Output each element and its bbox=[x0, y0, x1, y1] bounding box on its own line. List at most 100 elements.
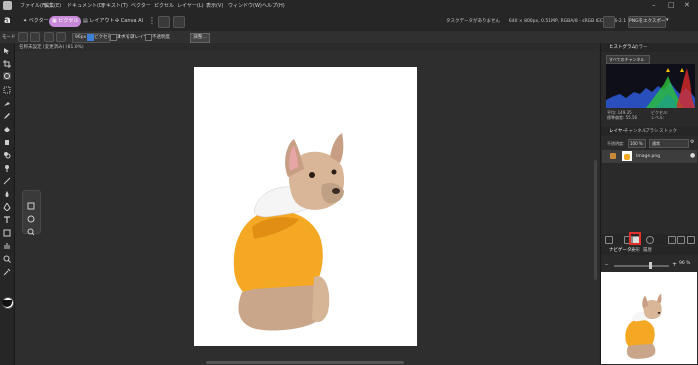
clone-tool-icon[interactable] bbox=[3, 151, 11, 159]
menu-pixel[interactable]: ピクセル bbox=[154, 2, 174, 9]
text-tool-icon[interactable] bbox=[3, 216, 11, 224]
zoom-value: 96 % bbox=[679, 261, 691, 266]
export-png-button[interactable]: PNGをエクスポート bbox=[628, 16, 666, 28]
channel-select[interactable]: すべてのチャンネル bbox=[606, 55, 650, 64]
tab-color[interactable]: カラー bbox=[634, 44, 648, 50]
group-layers-icon[interactable] bbox=[668, 236, 676, 244]
crop-tool-icon[interactable] bbox=[3, 60, 11, 68]
adjust-button[interactable]: 調整... bbox=[190, 33, 210, 43]
more-icon[interactable]: ⋮ bbox=[148, 16, 156, 25]
zoom-out-icon[interactable]: – bbox=[605, 261, 608, 268]
menu-window[interactable]: ウィンドウ(W) bbox=[228, 2, 262, 9]
minimize-icon[interactable]: – bbox=[652, 1, 656, 9]
vertical-scrollbar[interactable] bbox=[594, 160, 597, 280]
delete-layer-icon[interactable] bbox=[687, 236, 695, 244]
hand-tool-icon[interactable] bbox=[3, 242, 11, 250]
hist-levels: レベル: bbox=[651, 115, 665, 120]
floating-zoom-icon[interactable] bbox=[27, 221, 35, 236]
snapping-icon[interactable] bbox=[158, 16, 170, 28]
layer-name: Image.png bbox=[636, 154, 661, 159]
fill-tool-icon[interactable] bbox=[3, 138, 11, 146]
document-tab[interactable]: 名称未設定 (変更済み) (81.0%) bbox=[15, 43, 599, 51]
persona-vector-label: ベクター bbox=[28, 18, 49, 24]
add-layer-icon[interactable] bbox=[677, 236, 685, 244]
layer-brush-icon bbox=[610, 153, 616, 159]
floating-transform-icon[interactable] bbox=[27, 208, 35, 223]
layer-thumbnail bbox=[622, 151, 632, 161]
blend-mode-select[interactable]: 通常 bbox=[649, 139, 689, 148]
layer-tabs: レイヤー チャンネル ブラシ ストック bbox=[601, 127, 698, 136]
zoom-slider-knob[interactable] bbox=[649, 262, 652, 269]
menu-edit[interactable]: 編集(E) bbox=[44, 2, 61, 9]
opacity-checkbox[interactable] bbox=[145, 34, 152, 41]
layer-visibility-icon[interactable]: ● bbox=[690, 152, 695, 159]
selection-brush-tool-icon[interactable] bbox=[3, 72, 11, 80]
brush-icon[interactable] bbox=[603, 16, 615, 28]
retouch-tool-icon[interactable] bbox=[3, 177, 11, 185]
new-selection-icon[interactable] bbox=[18, 32, 28, 42]
snap-checkbox[interactable] bbox=[87, 34, 94, 41]
tab-transform[interactable]: 変形 bbox=[631, 247, 640, 253]
layer-opacity-label: 不透明度: bbox=[607, 141, 625, 146]
persona-pixel-button[interactable]: ▦ ピクセル bbox=[49, 16, 82, 27]
zoom-in-icon[interactable]: + bbox=[672, 261, 677, 268]
persona-canva-label: Canva AI bbox=[120, 18, 144, 24]
subtract-selection-icon[interactable] bbox=[44, 32, 54, 42]
menu-text[interactable]: テキスト(T) bbox=[101, 2, 128, 9]
blur-tool-icon[interactable] bbox=[3, 190, 11, 198]
layer-options-icon[interactable] bbox=[605, 236, 613, 244]
maximize-icon[interactable]: □ bbox=[668, 1, 675, 9]
move-tool-icon[interactable] bbox=[3, 47, 11, 55]
persona-vector-button[interactable]: ✦ ベクター bbox=[20, 16, 52, 27]
tab-stock[interactable]: ストック bbox=[659, 128, 677, 134]
grid-icon[interactable] bbox=[173, 16, 185, 28]
layers-settings-icon[interactable]: ⚙ bbox=[690, 139, 694, 145]
marquee-tool-icon[interactable] bbox=[3, 86, 11, 94]
flood-select-tool-icon[interactable] bbox=[3, 99, 11, 107]
persona-canva-button[interactable]: ✣ Canva AI bbox=[112, 16, 146, 27]
histogram-tabs: ヒストグラム カラー bbox=[601, 43, 698, 52]
main-toolbar: a ✦ ベクター ▦ ピクセル ▤ レイアウト ✣ Canva AI ⋮ タスク… bbox=[0, 12, 698, 32]
dodge-tool-icon[interactable] bbox=[3, 164, 11, 172]
menu-view[interactable]: 表示(V) bbox=[206, 2, 223, 9]
adjustment-icon[interactable] bbox=[646, 236, 654, 244]
menu-document[interactable]: ドキュメント(D) bbox=[67, 2, 105, 9]
shape-tool-icon[interactable] bbox=[3, 229, 11, 237]
histogram-svg bbox=[606, 68, 695, 108]
document-canvas[interactable] bbox=[194, 67, 417, 346]
tab-history[interactable]: 履歴 bbox=[643, 247, 652, 253]
tab-histogram[interactable]: ヒストグラム bbox=[609, 44, 636, 50]
eyedropper-tool-icon[interactable] bbox=[3, 268, 11, 276]
intersect-selection-icon[interactable] bbox=[56, 32, 66, 42]
add-selection-icon[interactable] bbox=[30, 32, 40, 42]
horizontal-scrollbar[interactable] bbox=[206, 361, 404, 364]
document-tab-label: 名称未設定 (変更済み) (81.0%) bbox=[19, 45, 84, 50]
persona-layout-label: レイアウト bbox=[89, 18, 115, 24]
document-info: タスクデータがありません 640 × 800px, 0.51MP, RGBA/8… bbox=[446, 19, 627, 24]
eraser-tool-icon[interactable] bbox=[3, 125, 11, 133]
tab-channels[interactable]: チャンネル bbox=[624, 128, 646, 134]
zoom-tool-icon[interactable] bbox=[3, 255, 11, 263]
hist-stddev: 標準偏差: 55.56 bbox=[607, 115, 638, 120]
floating-layer-icon[interactable] bbox=[27, 195, 35, 210]
histogram-graph bbox=[606, 64, 695, 108]
zoom-slider-track[interactable] bbox=[614, 265, 669, 267]
navigator-tabs: ナビゲーター 変形 履歴 bbox=[601, 246, 698, 255]
menu-help[interactable]: ヘルプ(H) bbox=[262, 2, 285, 9]
all-layers-checkbox[interactable] bbox=[110, 34, 117, 41]
mask-button-highlight bbox=[629, 232, 641, 245]
app-logo bbox=[3, 1, 12, 10]
close-icon[interactable]: ✕ bbox=[684, 1, 690, 9]
tools-panel bbox=[0, 43, 15, 365]
export-chevron-down-icon[interactable]: ▾ bbox=[666, 17, 669, 23]
tab-brushes[interactable]: ブラシ bbox=[645, 128, 658, 134]
navigator-preview[interactable] bbox=[601, 272, 697, 364]
layer-buttons-bar bbox=[602, 234, 697, 245]
blend-mode-value: 通常 bbox=[652, 141, 660, 146]
layer-opacity-field[interactable]: 100 % bbox=[628, 139, 646, 148]
pen-tool-icon[interactable] bbox=[3, 203, 11, 211]
menu-layer[interactable]: レイヤー(L) bbox=[177, 2, 204, 9]
menu-file[interactable]: ファイル(F) bbox=[20, 2, 47, 9]
menu-vector[interactable]: ベクター bbox=[131, 2, 151, 9]
paint-brush-tool-icon[interactable] bbox=[3, 112, 11, 120]
